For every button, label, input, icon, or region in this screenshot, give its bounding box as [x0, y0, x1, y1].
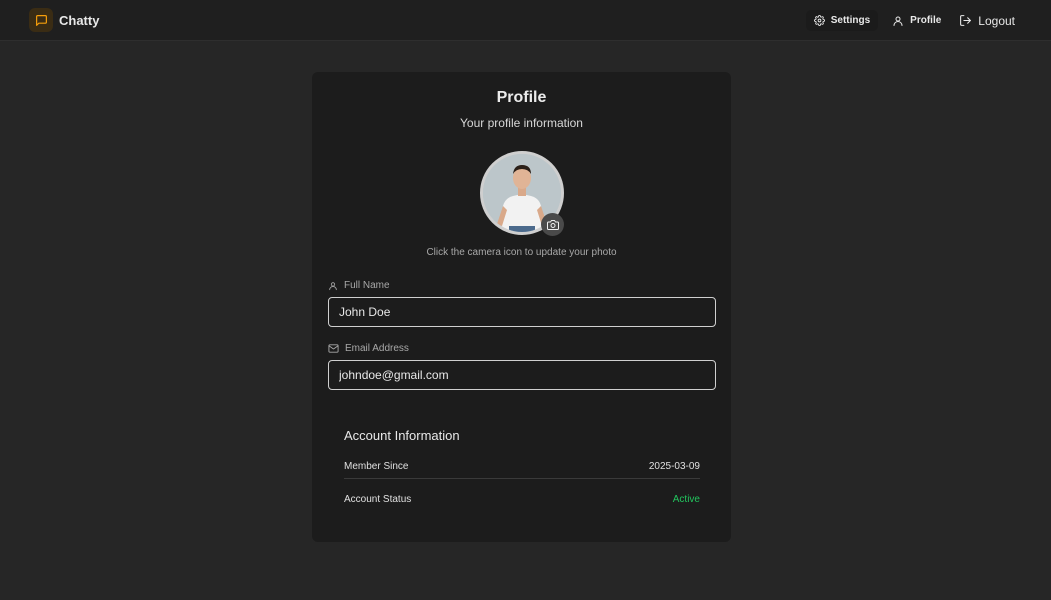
member-since-value: 2025-03-09 [648, 461, 700, 472]
camera-icon [546, 219, 559, 230]
logout-label: Logout [978, 13, 1015, 28]
avatar-container [480, 151, 564, 236]
full-name-field[interactable] [328, 297, 716, 327]
nav-actions: Settings Profile Logout [805, 10, 1015, 31]
page-subtitle: Your profile information [460, 116, 583, 130]
email-label: Email Address [328, 343, 409, 354]
gear-icon [813, 15, 825, 26]
profile-label: Profile [910, 15, 942, 26]
brand-link[interactable]: Chatty [29, 8, 99, 32]
avatar-hint: Click the camera icon to update your pho… [426, 247, 617, 258]
status-badge: Active [672, 493, 700, 505]
profile-button[interactable]: Profile [884, 10, 949, 31]
full-name-label-text: Full Name [344, 280, 390, 291]
page-title: Profile [496, 89, 547, 106]
change-photo-button[interactable] [541, 213, 564, 236]
account-status-row: Account Status Active [344, 487, 700, 511]
user-icon [893, 16, 903, 26]
top-navbar: Chatty Settings Profile Logout [0, 0, 1051, 41]
email-label-text: Email Address [345, 343, 409, 354]
member-since-label: Member Since [344, 461, 409, 472]
account-info-heading: Account Information [344, 428, 460, 443]
logout-button[interactable]: Logout [951, 10, 1015, 31]
member-since-row: Member Since 2025-03-09 [344, 455, 700, 479]
settings-label: Settings [830, 15, 871, 26]
logout-icon [960, 15, 972, 26]
chat-bubble-icon [29, 8, 53, 32]
mail-icon [328, 344, 339, 353]
email-field[interactable] [328, 360, 716, 390]
app-name: Chatty [59, 12, 100, 28]
settings-button[interactable]: Settings [805, 10, 879, 31]
account-status-label: Account Status [344, 493, 412, 505]
user-icon [329, 281, 337, 290]
full-name-label: Full Name [328, 280, 390, 291]
